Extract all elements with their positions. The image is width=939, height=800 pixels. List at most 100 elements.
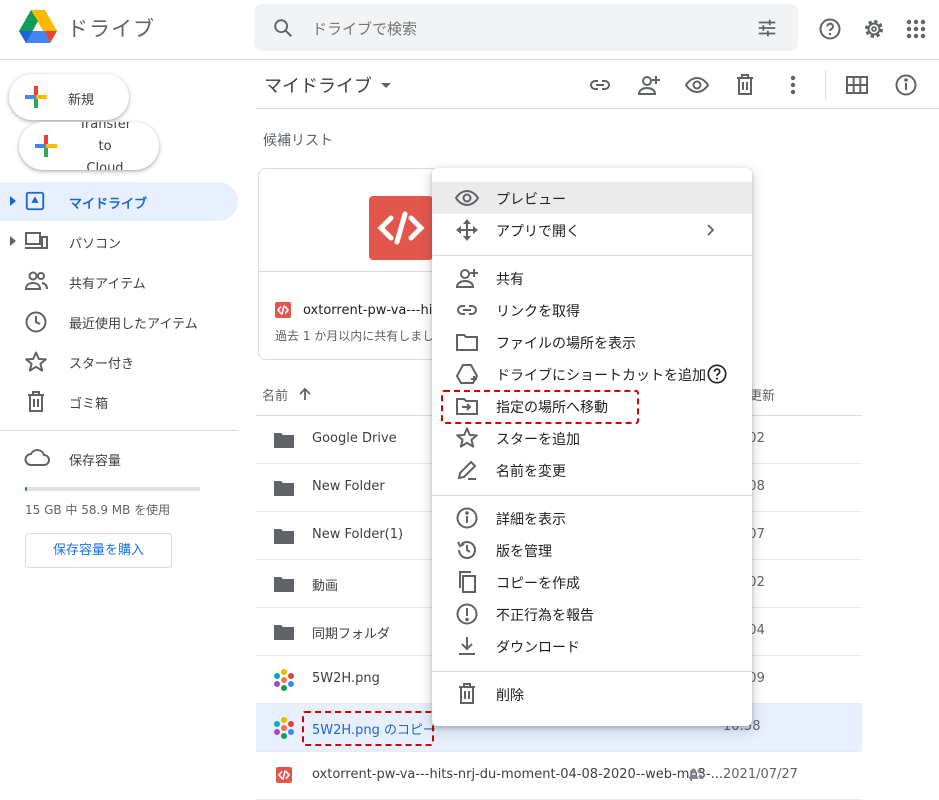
code-file-thumbnail-icon (369, 196, 433, 260)
shared-people-icon (688, 767, 704, 781)
link-icon (454, 298, 480, 322)
folder-icon (272, 476, 296, 500)
delete-icon[interactable] (732, 72, 758, 98)
sidebar-item-my-drive[interactable]: マイドライブ (0, 182, 238, 221)
menu-item-make-copy[interactable]: コピーを作成 (432, 566, 752, 598)
menu-item-show-location[interactable]: ファイルの場所を表示 (432, 326, 752, 358)
storage-bar-fill (25, 487, 27, 491)
menu-item-label: 削除 (496, 688, 524, 704)
menu-item-label: 版を管理 (496, 544, 552, 560)
menu-item-label: 名前を変更 (496, 464, 566, 480)
apps-grid-icon[interactable] (903, 16, 929, 42)
sidebar-item-recent[interactable]: 最近使用したアイテム (0, 302, 238, 341)
sidebar-item-label: 共有アイテム (69, 277, 146, 292)
toolbar-underline (256, 108, 939, 109)
code-file-icon (275, 302, 291, 318)
computers-icon (24, 230, 48, 254)
folder-icon (272, 428, 296, 452)
help-icon[interactable] (706, 363, 728, 385)
recent-icon (24, 310, 48, 334)
drive-logo[interactable] (18, 9, 58, 45)
menu-item-manage-versions[interactable]: 版を管理 (432, 534, 752, 566)
menu-item-preview[interactable]: プレビュー (432, 182, 752, 214)
table-row[interactable]: oxtorrent-pw-va---hits-nrj-du-moment-04-… (256, 752, 862, 800)
menu-item-label: プレビュー (496, 192, 566, 208)
more-vert-icon[interactable] (780, 72, 806, 98)
file-name: New Folder(1) (312, 527, 404, 542)
eye-icon[interactable] (684, 72, 710, 98)
grid-view-icon[interactable] (844, 72, 870, 98)
file-name: 同期フォルダ (312, 627, 391, 642)
search-icon[interactable] (270, 15, 296, 41)
sidebar-item-computers[interactable]: パソコン (0, 222, 238, 261)
my-drive-icon (24, 190, 48, 214)
menu-item-label: ファイルの場所を表示 (496, 336, 636, 352)
suggested-heading: 候補リスト (263, 133, 333, 149)
person-add-icon (454, 266, 480, 290)
menu-item-rename[interactable]: 名前を変更 (432, 454, 752, 486)
menu-item-label: 詳細を表示 (496, 512, 566, 528)
drive-logo-icon (19, 10, 57, 43)
menu-item-label: アプリで開く (496, 224, 580, 240)
selected-file-highlight (302, 711, 434, 746)
sidebar-item-storage[interactable]: 保存容量 (0, 440, 238, 476)
menu-item-add-star[interactable]: スターを追加 (432, 422, 752, 454)
menu-item-label: ドライブにショートカットを追加 (496, 368, 706, 384)
card-file-name: oxtorrent-pw-va---hits- (303, 303, 440, 318)
menu-item-share[interactable]: 共有 (432, 262, 752, 294)
file-name: 5W2H.png (312, 671, 380, 686)
image-file-icon (272, 668, 296, 692)
menu-divider (432, 671, 752, 672)
menu-item-add-shortcut[interactable]: ドライブにショートカットを追加 (432, 358, 752, 390)
menu-item-get-link[interactable]: リンクを取得 (432, 294, 752, 326)
menu-item-label: ダウンロード (496, 640, 580, 656)
transfer-to-cloud-button[interactable]: Transfer to Cloud (19, 122, 159, 170)
move-to-highlight (441, 390, 639, 424)
menu-item-open-with[interactable]: アプリで開く (432, 214, 752, 246)
storage-bar (25, 487, 200, 491)
new-button[interactable]: 新規 (9, 74, 129, 120)
menu-item-details[interactable]: 詳細を表示 (432, 502, 752, 534)
person-add-icon[interactable] (636, 72, 662, 98)
expand-arrow-icon[interactable] (10, 236, 16, 246)
menu-item-label: コピーを作成 (496, 576, 580, 592)
link-icon[interactable] (587, 72, 613, 98)
pencil-icon (454, 458, 480, 482)
chevron-right-icon (702, 222, 718, 238)
card-divider (259, 271, 439, 272)
settings-gear-icon[interactable] (861, 16, 887, 42)
sidebar-item-trash[interactable]: ゴミ箱 (0, 382, 238, 421)
menu-divider (432, 255, 752, 256)
help-icon[interactable] (817, 16, 843, 42)
app-name: ドライブ (67, 17, 155, 41)
page-title[interactable]: マイドライブ (264, 72, 372, 98)
column-header-name[interactable]: 名前 (262, 385, 288, 404)
menu-item-delete[interactable]: 削除 (432, 678, 752, 710)
delete-icon (454, 682, 480, 706)
folder-icon (272, 524, 296, 548)
plus-icon (34, 134, 58, 158)
code-file-icon (276, 767, 292, 783)
cloud-icon (24, 447, 50, 471)
suggested-file-card[interactable]: oxtorrent-pw-va---hits- 過去 1 か月以内に共有しまし (258, 168, 440, 360)
folder-icon (272, 572, 296, 596)
menu-item-report-abuse[interactable]: 不正行為を報告 (432, 598, 752, 630)
open-with-icon (454, 218, 480, 242)
info-icon (454, 506, 480, 530)
folder-icon (454, 330, 480, 354)
column-header-modified[interactable]: 更新 (749, 385, 775, 404)
sidebar-divider (0, 430, 238, 431)
menu-item-download[interactable]: ダウンロード (432, 630, 752, 662)
sidebar-item-shared[interactable]: 共有アイテム (0, 262, 238, 301)
sort-arrow-up-icon[interactable] (297, 386, 313, 402)
info-icon[interactable] (893, 72, 919, 98)
copy-icon (454, 570, 480, 594)
search-options-icon[interactable] (754, 15, 780, 41)
buy-storage-button[interactable]: 保存容量を購入 (25, 533, 172, 568)
sidebar-item-label: マイドライブ (69, 197, 148, 212)
search-bar[interactable]: ドライブで検索 (254, 4, 798, 51)
expand-arrow-icon[interactable] (10, 196, 16, 206)
sidebar-item-starred[interactable]: スター付き (0, 342, 238, 381)
search-input[interactable]: ドライブで検索 (312, 18, 417, 39)
title-dropdown-icon[interactable] (381, 83, 391, 88)
